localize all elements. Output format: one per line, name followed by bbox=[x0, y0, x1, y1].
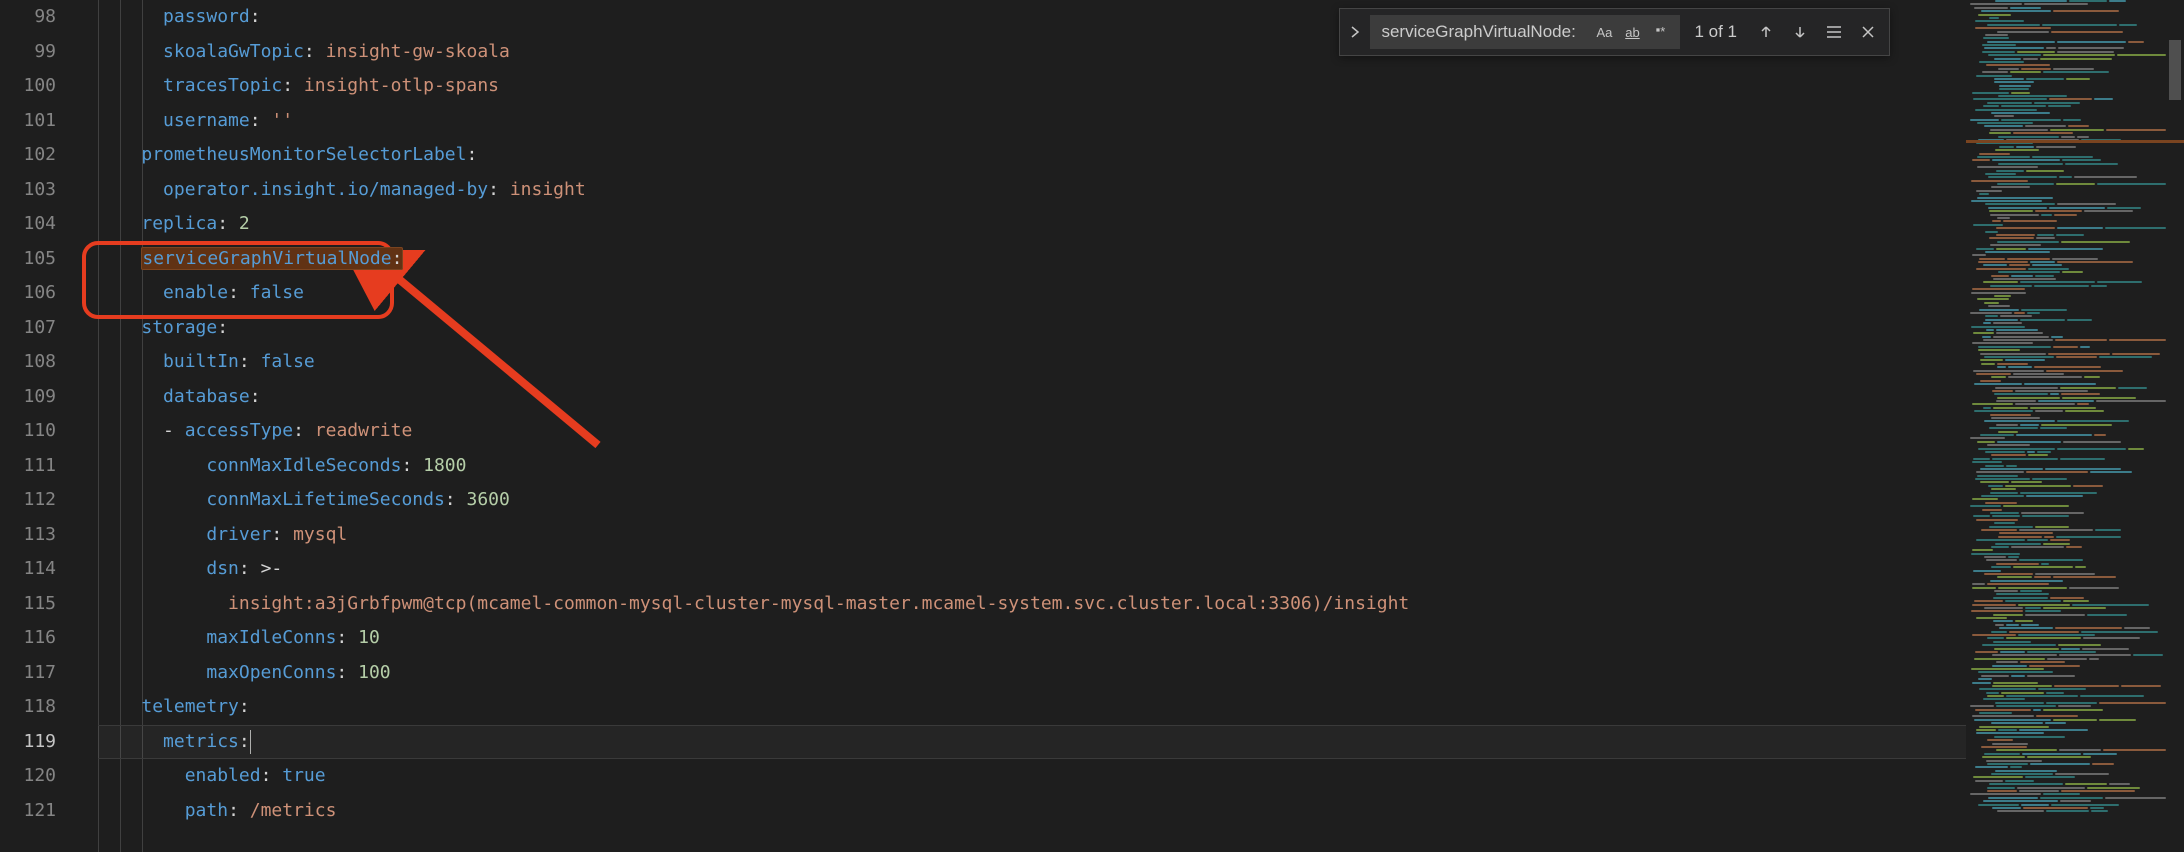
match-case-toggle[interactable]: Aa bbox=[1591, 19, 1617, 45]
code-line[interactable]: builtIn: false bbox=[98, 345, 1966, 380]
line-number[interactable]: 110 bbox=[0, 414, 56, 449]
find-widget: Aa ab ▪* 1 of 1 bbox=[1339, 8, 1890, 56]
find-count: 1 of 1 bbox=[1694, 22, 1737, 42]
code-area[interactable]: password: skoalaGwTopic: insight-gw-skoa… bbox=[98, 0, 1966, 852]
line-number[interactable]: 99 bbox=[0, 35, 56, 70]
code-line[interactable]: replica: 2 bbox=[98, 207, 1966, 242]
code-line[interactable]: database: bbox=[98, 380, 1966, 415]
line-number[interactable]: 119 bbox=[0, 725, 56, 760]
line-number[interactable]: 120 bbox=[0, 759, 56, 794]
match-whole-word-toggle[interactable]: ab bbox=[1619, 19, 1645, 45]
code-line[interactable]: connMaxLifetimeSeconds: 3600 bbox=[98, 483, 1966, 518]
find-in-selection-button[interactable] bbox=[1819, 17, 1849, 47]
line-number[interactable]: 121 bbox=[0, 794, 56, 829]
line-number[interactable]: 106 bbox=[0, 276, 56, 311]
close-find-button[interactable] bbox=[1853, 17, 1883, 47]
code-line[interactable]: username: '' bbox=[98, 104, 1966, 139]
line-number[interactable]: 101 bbox=[0, 104, 56, 139]
minimap[interactable] bbox=[1966, 0, 2166, 852]
line-number[interactable]: 107 bbox=[0, 311, 56, 346]
line-number[interactable]: 112 bbox=[0, 483, 56, 518]
editor: 9899100101102103104105106107108109110111… bbox=[0, 0, 2184, 852]
code-line[interactable]: maxIdleConns: 10 bbox=[98, 621, 1966, 656]
code-line[interactable]: maxOpenConns: 100 bbox=[98, 656, 1966, 691]
code-line[interactable]: path: /metrics bbox=[98, 794, 1966, 829]
line-number[interactable]: 111 bbox=[0, 449, 56, 484]
line-number[interactable]: 113 bbox=[0, 518, 56, 553]
line-number[interactable]: 117 bbox=[0, 656, 56, 691]
line-number[interactable]: 118 bbox=[0, 690, 56, 725]
line-number[interactable]: 100 bbox=[0, 69, 56, 104]
code-line[interactable]: connMaxIdleSeconds: 1800 bbox=[98, 449, 1966, 484]
code-line[interactable]: enable: false bbox=[98, 276, 1966, 311]
code-line[interactable]: telemetry: bbox=[98, 690, 1966, 725]
code-line[interactable]: operator.insight.io/managed-by: insight bbox=[98, 173, 1966, 208]
line-number[interactable]: 116 bbox=[0, 621, 56, 656]
fold-gutter[interactable] bbox=[78, 0, 98, 852]
line-number-gutter[interactable]: 9899100101102103104105106107108109110111… bbox=[0, 0, 78, 852]
line-number[interactable]: 109 bbox=[0, 380, 56, 415]
code-line[interactable]: - accessType: readwrite bbox=[98, 414, 1966, 449]
prev-match-button[interactable] bbox=[1751, 17, 1781, 47]
line-number[interactable]: 114 bbox=[0, 552, 56, 587]
line-number[interactable]: 108 bbox=[0, 345, 56, 380]
line-number[interactable]: 103 bbox=[0, 173, 56, 208]
vertical-scrollbar[interactable] bbox=[2166, 0, 2184, 852]
code-line[interactable]: insight:a3jGrbfpwm@tcp(mcamel-common-mys… bbox=[98, 587, 1966, 622]
code-line[interactable]: serviceGraphVirtualNode: bbox=[98, 242, 1966, 277]
code-line[interactable]: prometheusMonitorSelectorLabel: bbox=[98, 138, 1966, 173]
code-line[interactable]: metrics: bbox=[98, 725, 1966, 760]
line-number[interactable]: 105 bbox=[0, 242, 56, 277]
code-line[interactable]: dsn: >- bbox=[98, 552, 1966, 587]
find-input[interactable] bbox=[1381, 22, 1589, 42]
find-input-wrap: Aa ab ▪* bbox=[1370, 15, 1680, 49]
code-line[interactable]: enabled: true bbox=[98, 759, 1966, 794]
code-line[interactable]: driver: mysql bbox=[98, 518, 1966, 553]
expand-replace-toggle[interactable] bbox=[1346, 9, 1364, 55]
code-line[interactable]: tracesTopic: insight-otlp-spans bbox=[98, 69, 1966, 104]
line-number[interactable]: 102 bbox=[0, 138, 56, 173]
line-number[interactable]: 104 bbox=[0, 207, 56, 242]
line-number[interactable]: 115 bbox=[0, 587, 56, 622]
next-match-button[interactable] bbox=[1785, 17, 1815, 47]
code-line[interactable]: storage: bbox=[98, 311, 1966, 346]
line-number[interactable]: 98 bbox=[0, 0, 56, 35]
regex-toggle[interactable]: ▪* bbox=[1647, 19, 1673, 45]
